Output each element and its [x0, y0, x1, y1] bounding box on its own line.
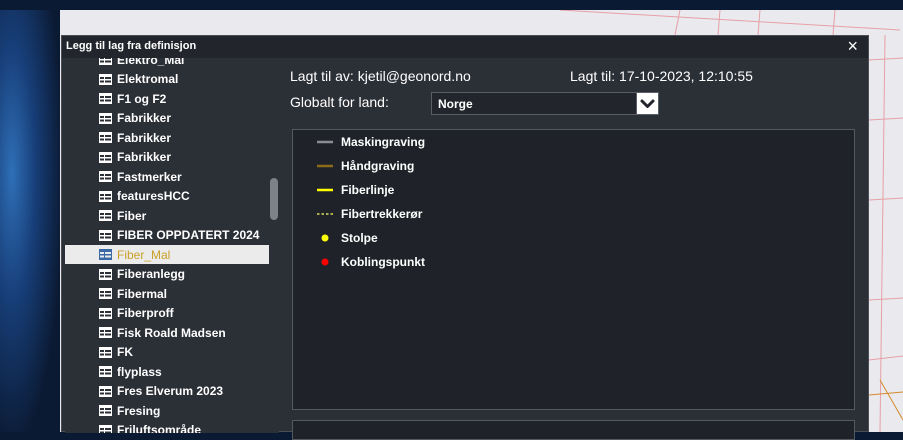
layer-list-item-label: Elektro_Mal: [117, 58, 185, 67]
layer-list-item-label: Fabrikker: [117, 130, 172, 145]
bottom-panel: [292, 420, 855, 440]
layer-table-icon: [99, 58, 112, 65]
layer-list-item-label: Elektromal: [117, 72, 179, 86]
layer-list-item[interactable]: Fiber_Mal: [65, 245, 269, 264]
layer-table-icon: [99, 132, 112, 143]
layer-table-icon: [99, 346, 112, 358]
added-by-text: Lagt til av: kjetil@geonord.no: [290, 68, 471, 84]
layer-list-item-label: Fabrikker: [117, 111, 172, 125]
chevron-down-icon[interactable]: [636, 93, 658, 114]
layer-list-item-label: Fiberproff: [117, 306, 174, 320]
layer-list-item[interactable]: Elektro_Mal: [65, 58, 269, 69]
layer-list-item-label: F1 og F2: [117, 91, 167, 106]
layer-table-icon: [99, 268, 112, 280]
layer-table-icon: [99, 171, 112, 182]
layer-table-icon: [99, 249, 112, 260]
legend-symbol-icon: [315, 180, 335, 200]
layer-list-item[interactable]: Elektromal: [65, 70, 269, 89]
layer-list-item-label: FK: [117, 345, 133, 359]
layer-table-icon: [99, 112, 112, 124]
layer-list-item[interactable]: Fiberproff: [65, 304, 269, 323]
layer-list-item-label: Fiber: [117, 208, 147, 223]
layer-list-item[interactable]: Fabrikker: [65, 109, 269, 128]
legend-label: Fibertrekkerør: [341, 207, 423, 221]
layer-list-item[interactable]: Fres Elverum 2023: [65, 382, 269, 401]
layer-list-item[interactable]: Fiber: [65, 206, 269, 225]
legend-item: Fiberlinje: [293, 180, 854, 200]
country-select-value: Norge: [438, 97, 473, 111]
layer-list-item[interactable]: Fresing: [65, 401, 269, 420]
layer-list-item[interactable]: FIBER OPPDATERT 2024: [65, 226, 269, 245]
scroll-thumb[interactable]: [270, 178, 278, 220]
dialog-title: Legg til lag fra definisjon: [66, 40, 197, 52]
layer-list-item-label: flyplass: [117, 364, 162, 379]
layer-table-icon: [99, 229, 112, 241]
layer-table-icon: [99, 190, 112, 202]
layer-table-icon: [99, 288, 112, 299]
layer-list-item[interactable]: flyplass: [65, 362, 269, 381]
layer-list-item[interactable]: F1 og F2: [65, 89, 269, 108]
layer-list-item-label: Fiber_Mal: [117, 247, 171, 262]
legend-label: Maskingraving: [341, 135, 426, 149]
layer-list-scrollbar[interactable]: [269, 58, 279, 433]
layer-list-item-label: Fres Elverum 2023: [117, 384, 224, 398]
layer-list-item[interactable]: Fibermal: [65, 284, 269, 303]
layer-table-icon: [99, 366, 112, 377]
legend-label: Fiberlinje: [341, 183, 395, 197]
layer-list-item[interactable]: Fabrikker: [65, 148, 269, 167]
layer-list-item[interactable]: Fisk Roald Madsen: [65, 323, 269, 342]
add-layer-dialog: Legg til lag fra definisjon × Elektro_Ma…: [61, 35, 869, 440]
layer-table-icon: [99, 307, 112, 319]
legend-item: Fibertrekkerør: [293, 204, 854, 224]
legend-symbol-icon: [315, 204, 335, 224]
layer-list-item[interactable]: Fastmerker: [65, 167, 269, 186]
country-select[interactable]: Norge: [431, 92, 659, 115]
layer-list-item-label: Fibermal: [117, 286, 168, 301]
layer-table-icon: [99, 327, 112, 338]
layer-list-item[interactable]: FK: [65, 343, 269, 362]
legend-label: Koblingspunkt: [341, 255, 425, 269]
layer-table-icon: [99, 385, 112, 397]
legend-box: Maskingraving Håndgraving Fiberlinje Fibert…: [292, 129, 855, 410]
layer-list-item-label: Fresing: [117, 403, 161, 418]
layer-list-item[interactable]: Fabrikker: [65, 128, 269, 147]
layer-list-item[interactable]: Friluftsområde: [65, 421, 269, 433]
dialog-titlebar: Legg til lag fra definisjon ×: [62, 36, 868, 58]
close-icon[interactable]: ×: [847, 37, 858, 55]
layer-list-item[interactable]: Fiberanlegg: [65, 265, 269, 284]
layer-list: Elektro_Mal Elektromal F1 og F2 Fabrikker Fa…: [65, 58, 269, 433]
top-strip: [0, 0, 903, 10]
legend-label: Håndgraving: [341, 159, 415, 173]
layer-table-icon: [99, 151, 112, 163]
layer-list-item-label: featuresHCC: [117, 189, 190, 203]
left-gradient: [0, 0, 60, 432]
layer-list-item-label: Fabrikker: [117, 150, 172, 164]
legend-item: Koblingspunkt: [293, 252, 854, 272]
layer-table-icon: [99, 93, 112, 104]
layer-list-item-label: Fastmerker: [117, 169, 182, 184]
layer-list-item-label: Fiberanlegg: [117, 267, 186, 281]
layer-details-panel: Lagt til av: kjetil@geonord.no Lagt til:…: [284, 58, 860, 440]
legend-label: Stolpe: [341, 231, 378, 245]
layer-table-icon: [99, 73, 112, 85]
legend-symbol-icon: [315, 156, 335, 176]
global-for-country-label: Globalt for land:: [290, 94, 389, 110]
legend-symbol-icon: [315, 132, 335, 152]
layer-list-item-label: FIBER OPPDATERT 2024: [117, 228, 260, 242]
layer-table-icon: [99, 210, 112, 221]
legend-item: Maskingraving: [293, 132, 854, 152]
layer-table-icon: [99, 405, 112, 416]
added-at-text: Lagt til: 17-10-2023, 12:10:55: [570, 68, 753, 84]
layer-list-item[interactable]: featuresHCC: [65, 187, 269, 206]
legend-item: Stolpe: [293, 228, 854, 248]
legend-symbol-icon: [315, 228, 335, 248]
legend-item: Håndgraving: [293, 156, 854, 176]
layer-list-item-label: Fisk Roald Madsen: [117, 325, 226, 340]
legend-symbol-icon: [315, 252, 335, 272]
